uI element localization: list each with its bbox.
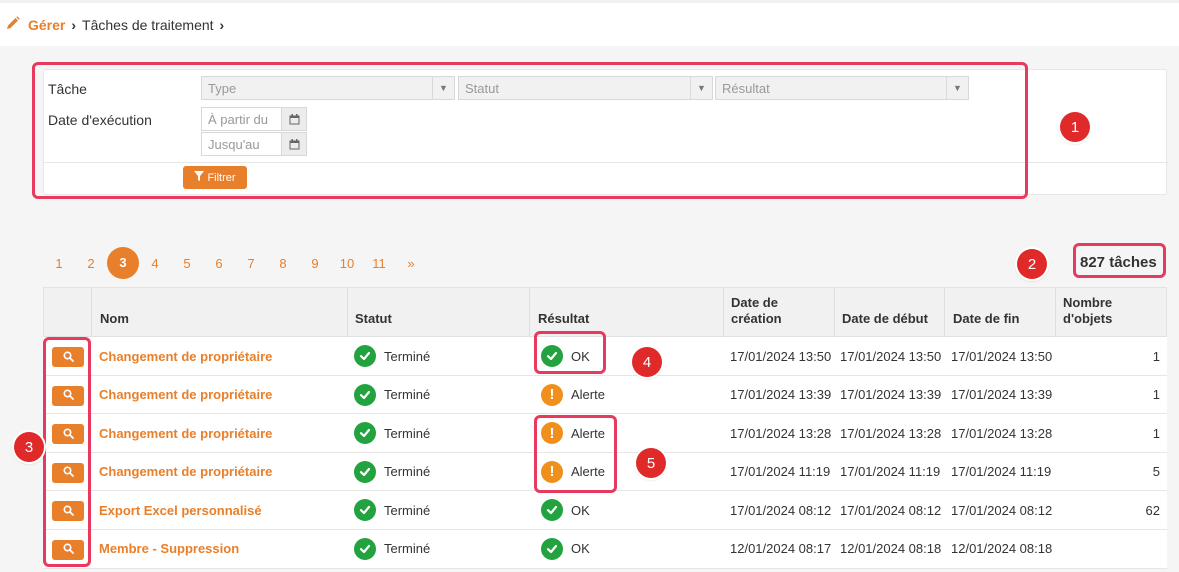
pagination-page[interactable]: 5 <box>171 256 203 271</box>
column-header-created[interactable]: Date de création <box>731 295 782 327</box>
pagination-page[interactable]: 4 <box>139 256 171 271</box>
highlight-search-buttons <box>43 337 91 567</box>
check-circle-icon <box>541 499 563 522</box>
breadcrumb: Gérer › Tâches de traitement › <box>0 0 1179 46</box>
highlight-result-ok <box>534 331 606 374</box>
column-header-end[interactable]: Date de fin <box>953 311 1019 327</box>
column-header-created-line1: Date de <box>731 295 778 310</box>
task-name-link[interactable]: Export Excel personnalisé <box>99 503 262 518</box>
column-header-status[interactable]: Statut <box>355 311 392 327</box>
task-end-date: 12/01/2024 08:18 <box>951 541 1053 557</box>
check-circle-icon <box>354 537 376 560</box>
task-object-count: 1 <box>1152 425 1160 441</box>
pagination-page[interactable]: 1 <box>43 256 75 271</box>
task-start-date: 17/01/2024 13:28 <box>840 425 942 441</box>
pencil-icon <box>6 16 20 33</box>
annotation-badge-3: 3 <box>14 432 44 462</box>
task-start-date: 17/01/2024 08:12 <box>840 502 942 518</box>
pagination: 1 2 3 4 5 6 7 8 9 10 11» <box>43 247 427 279</box>
column-separator <box>1055 288 1056 338</box>
check-circle-icon <box>354 499 376 522</box>
check-circle-icon <box>354 383 376 406</box>
task-created-date: 17/01/2024 11:19 <box>730 464 831 480</box>
task-object-count: 62 <box>1145 502 1160 518</box>
task-start-date: 17/01/2024 13:50 <box>840 348 942 364</box>
column-header-objects-line1: Nombre <box>1063 295 1113 310</box>
annotation-badge-5: 5 <box>636 448 666 478</box>
column-separator <box>347 288 348 338</box>
column-separator <box>723 288 724 338</box>
check-circle-icon <box>354 345 376 367</box>
check-circle-icon <box>354 460 376 483</box>
task-status: Terminé <box>384 387 431 403</box>
task-created-date: 17/01/2024 13:39 <box>730 387 832 403</box>
breadcrumb-parent-link[interactable]: Gérer <box>28 17 65 33</box>
task-status: Terminé <box>384 502 431 518</box>
column-separator <box>529 288 530 338</box>
column-header-start[interactable]: Date de début <box>842 311 928 327</box>
column-separator <box>944 288 945 338</box>
pagination-page[interactable]: 2 <box>75 256 107 271</box>
chevron-right-icon: › <box>71 16 77 33</box>
highlight-filter-area <box>32 62 1028 199</box>
annotation-badge-1: 1 <box>1060 112 1090 142</box>
annotation-badge-2: 2 <box>1017 249 1047 279</box>
task-start-date: 17/01/2024 13:39 <box>840 387 942 403</box>
highlight-task-count <box>1073 243 1166 278</box>
check-circle-icon <box>541 537 563 560</box>
table-row: Export Excel personnalisé Terminé OK 17/01/… <box>43 491 1167 530</box>
column-header-created-line2: création <box>731 311 782 326</box>
task-end-date: 17/01/2024 13:50 <box>951 348 1053 364</box>
task-status: Terminé <box>384 348 431 364</box>
task-name-link[interactable]: Changement de propriétaire <box>99 426 272 441</box>
column-header-name[interactable]: Nom <box>100 311 129 327</box>
table-row: Changement de propriétaire Terminé! Alerte… <box>43 375 1167 415</box>
pagination-page[interactable]: 6 <box>203 256 235 271</box>
pagination-page[interactable]: 3 <box>107 247 139 279</box>
task-result: OK <box>571 502 590 518</box>
task-start-date: 12/01/2024 08:18 <box>840 541 942 557</box>
column-header-objects-line2: d'objets <box>1063 311 1113 326</box>
task-end-date: 17/01/2024 13:39 <box>951 387 1053 403</box>
task-object-count: 1 <box>1152 387 1160 403</box>
task-object-count: 5 <box>1152 464 1160 480</box>
task-end-date: 17/01/2024 13:28 <box>951 425 1053 441</box>
task-result: Alerte <box>571 387 605 403</box>
column-separator <box>834 288 835 338</box>
pagination-page[interactable]: 11 <box>363 256 395 271</box>
task-status: Terminé <box>384 425 431 441</box>
task-start-date: 17/01/2024 11:19 <box>840 464 941 480</box>
task-created-date: 17/01/2024 13:28 <box>730 425 832 441</box>
table-row: Membre - Suppression Terminé OK 12/01/2024 … <box>43 529 1167 569</box>
task-result: OK <box>571 541 590 557</box>
task-end-date: 17/01/2024 11:19 <box>951 464 1052 480</box>
annotation-badge-4: 4 <box>632 347 662 377</box>
breadcrumb-current: Tâches de traitement <box>82 16 214 33</box>
task-name-link[interactable]: Changement de propriétaire <box>99 349 272 364</box>
pagination-next[interactable]: » <box>395 256 427 271</box>
task-created-date: 12/01/2024 08:17 <box>730 541 832 557</box>
column-header-result[interactable]: Résultat <box>538 311 589 327</box>
pagination-page[interactable]: 9 <box>299 256 331 271</box>
column-separator <box>91 288 92 338</box>
task-name-link[interactable]: Membre - Suppression <box>99 541 239 556</box>
warning-circle-icon: ! <box>541 383 563 406</box>
highlight-result-alerts <box>534 415 617 493</box>
task-end-date: 17/01/2024 08:12 <box>951 502 1053 518</box>
pagination-page[interactable]: 8 <box>267 256 299 271</box>
check-circle-icon <box>354 422 376 445</box>
chevron-right-icon[interactable]: › <box>220 17 225 33</box>
task-status: Terminé <box>384 541 431 557</box>
task-status: Terminé <box>384 464 431 480</box>
task-name-link[interactable]: Changement de propriétaire <box>99 387 272 402</box>
task-created-date: 17/01/2024 08:12 <box>730 502 832 518</box>
pagination-page[interactable]: 10 <box>331 256 363 271</box>
task-object-count: 1 <box>1152 348 1160 364</box>
pagination-page[interactable]: 7 <box>235 256 267 271</box>
column-header-objects[interactable]: Nombre d'objets <box>1063 295 1112 327</box>
task-name-link[interactable]: Changement de propriétaire <box>99 464 272 479</box>
task-created-date: 17/01/2024 13:50 <box>730 348 832 364</box>
table-header: Nom Statut Résultat Date de création Dat… <box>43 287 1167 338</box>
